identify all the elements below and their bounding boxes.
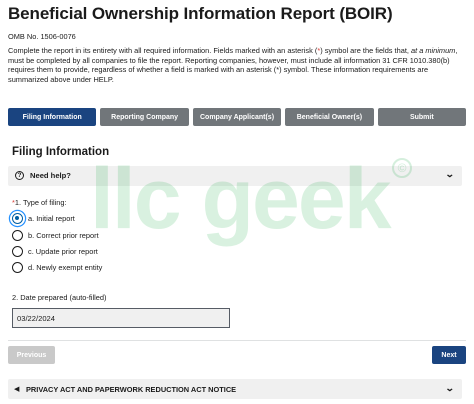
radio-circle[interactable] bbox=[12, 230, 23, 241]
radio-label: a. Initial report bbox=[28, 214, 75, 223]
radio-update-prior-report[interactable]: c. Update prior report bbox=[12, 246, 98, 257]
previous-button[interactable]: Previous bbox=[8, 346, 55, 364]
chevron-down-icon: ⌄ bbox=[445, 383, 456, 393]
tab-filing-information[interactable]: Filing Information bbox=[8, 108, 97, 126]
radio-newly-exempt-entity[interactable]: d. Newly exempt entity bbox=[12, 262, 102, 273]
question-circle-icon: ? bbox=[15, 171, 24, 180]
divider bbox=[8, 340, 466, 341]
date-prepared-input[interactable] bbox=[12, 308, 230, 328]
privacy-notice-label: PRIVACY ACT AND PAPERWORK REDUCTION ACT … bbox=[26, 385, 237, 394]
privacy-notice-accordion[interactable]: ◀ PRIVACY ACT AND PAPERWORK REDUCTION AC… bbox=[8, 379, 462, 399]
next-button[interactable]: Next bbox=[432, 346, 466, 364]
need-help-label: Need help? bbox=[30, 171, 71, 180]
date-prepared-label: 2. Date prepared (auto-filled) bbox=[12, 293, 107, 302]
megaphone-icon: ◀ bbox=[14, 386, 20, 393]
filing-type-label: *1. Type of filing: bbox=[12, 198, 67, 207]
radio-label: b. Correct prior report bbox=[28, 231, 99, 240]
tab-submit[interactable]: Submit bbox=[377, 108, 467, 126]
radio-circle[interactable] bbox=[12, 213, 23, 224]
radio-label: d. Newly exempt entity bbox=[28, 263, 103, 272]
filing-type-label-text: 1. Type of filing: bbox=[14, 198, 67, 207]
step-tabs: Filing Information Reporting Company Com… bbox=[8, 108, 467, 126]
page-title: Beneficial Ownership Information Report … bbox=[8, 4, 393, 23]
omb-number: OMB No. 1506-0076 bbox=[8, 32, 76, 41]
intro-text-part1: Complete the report in its entirety with… bbox=[8, 46, 318, 55]
radio-circle[interactable] bbox=[12, 246, 23, 257]
tab-company-applicants[interactable]: Company Applicant(s) bbox=[192, 108, 282, 126]
tab-beneficial-owners[interactable]: Beneficial Owner(s) bbox=[285, 108, 374, 126]
chevron-down-icon: ⌄ bbox=[445, 169, 456, 179]
radio-circle[interactable] bbox=[12, 262, 23, 273]
need-help-accordion[interactable]: ? Need help? ⌄ bbox=[8, 166, 462, 186]
intro-text: Complete the report in its entirety with… bbox=[8, 46, 466, 84]
section-title: Filing Information bbox=[12, 146, 110, 158]
radio-initial-report[interactable]: a. Initial report bbox=[12, 213, 75, 224]
tab-reporting-company[interactable]: Reporting Company bbox=[100, 108, 189, 126]
radio-label: c. Update prior report bbox=[28, 247, 98, 256]
intro-text-part2: ) symbol are the fields that, bbox=[320, 46, 411, 55]
radio-correct-prior-report[interactable]: b. Correct prior report bbox=[12, 230, 99, 241]
watermark-text: llc geek bbox=[90, 151, 392, 247]
intro-text-emphasis: at a minimum bbox=[410, 46, 456, 55]
